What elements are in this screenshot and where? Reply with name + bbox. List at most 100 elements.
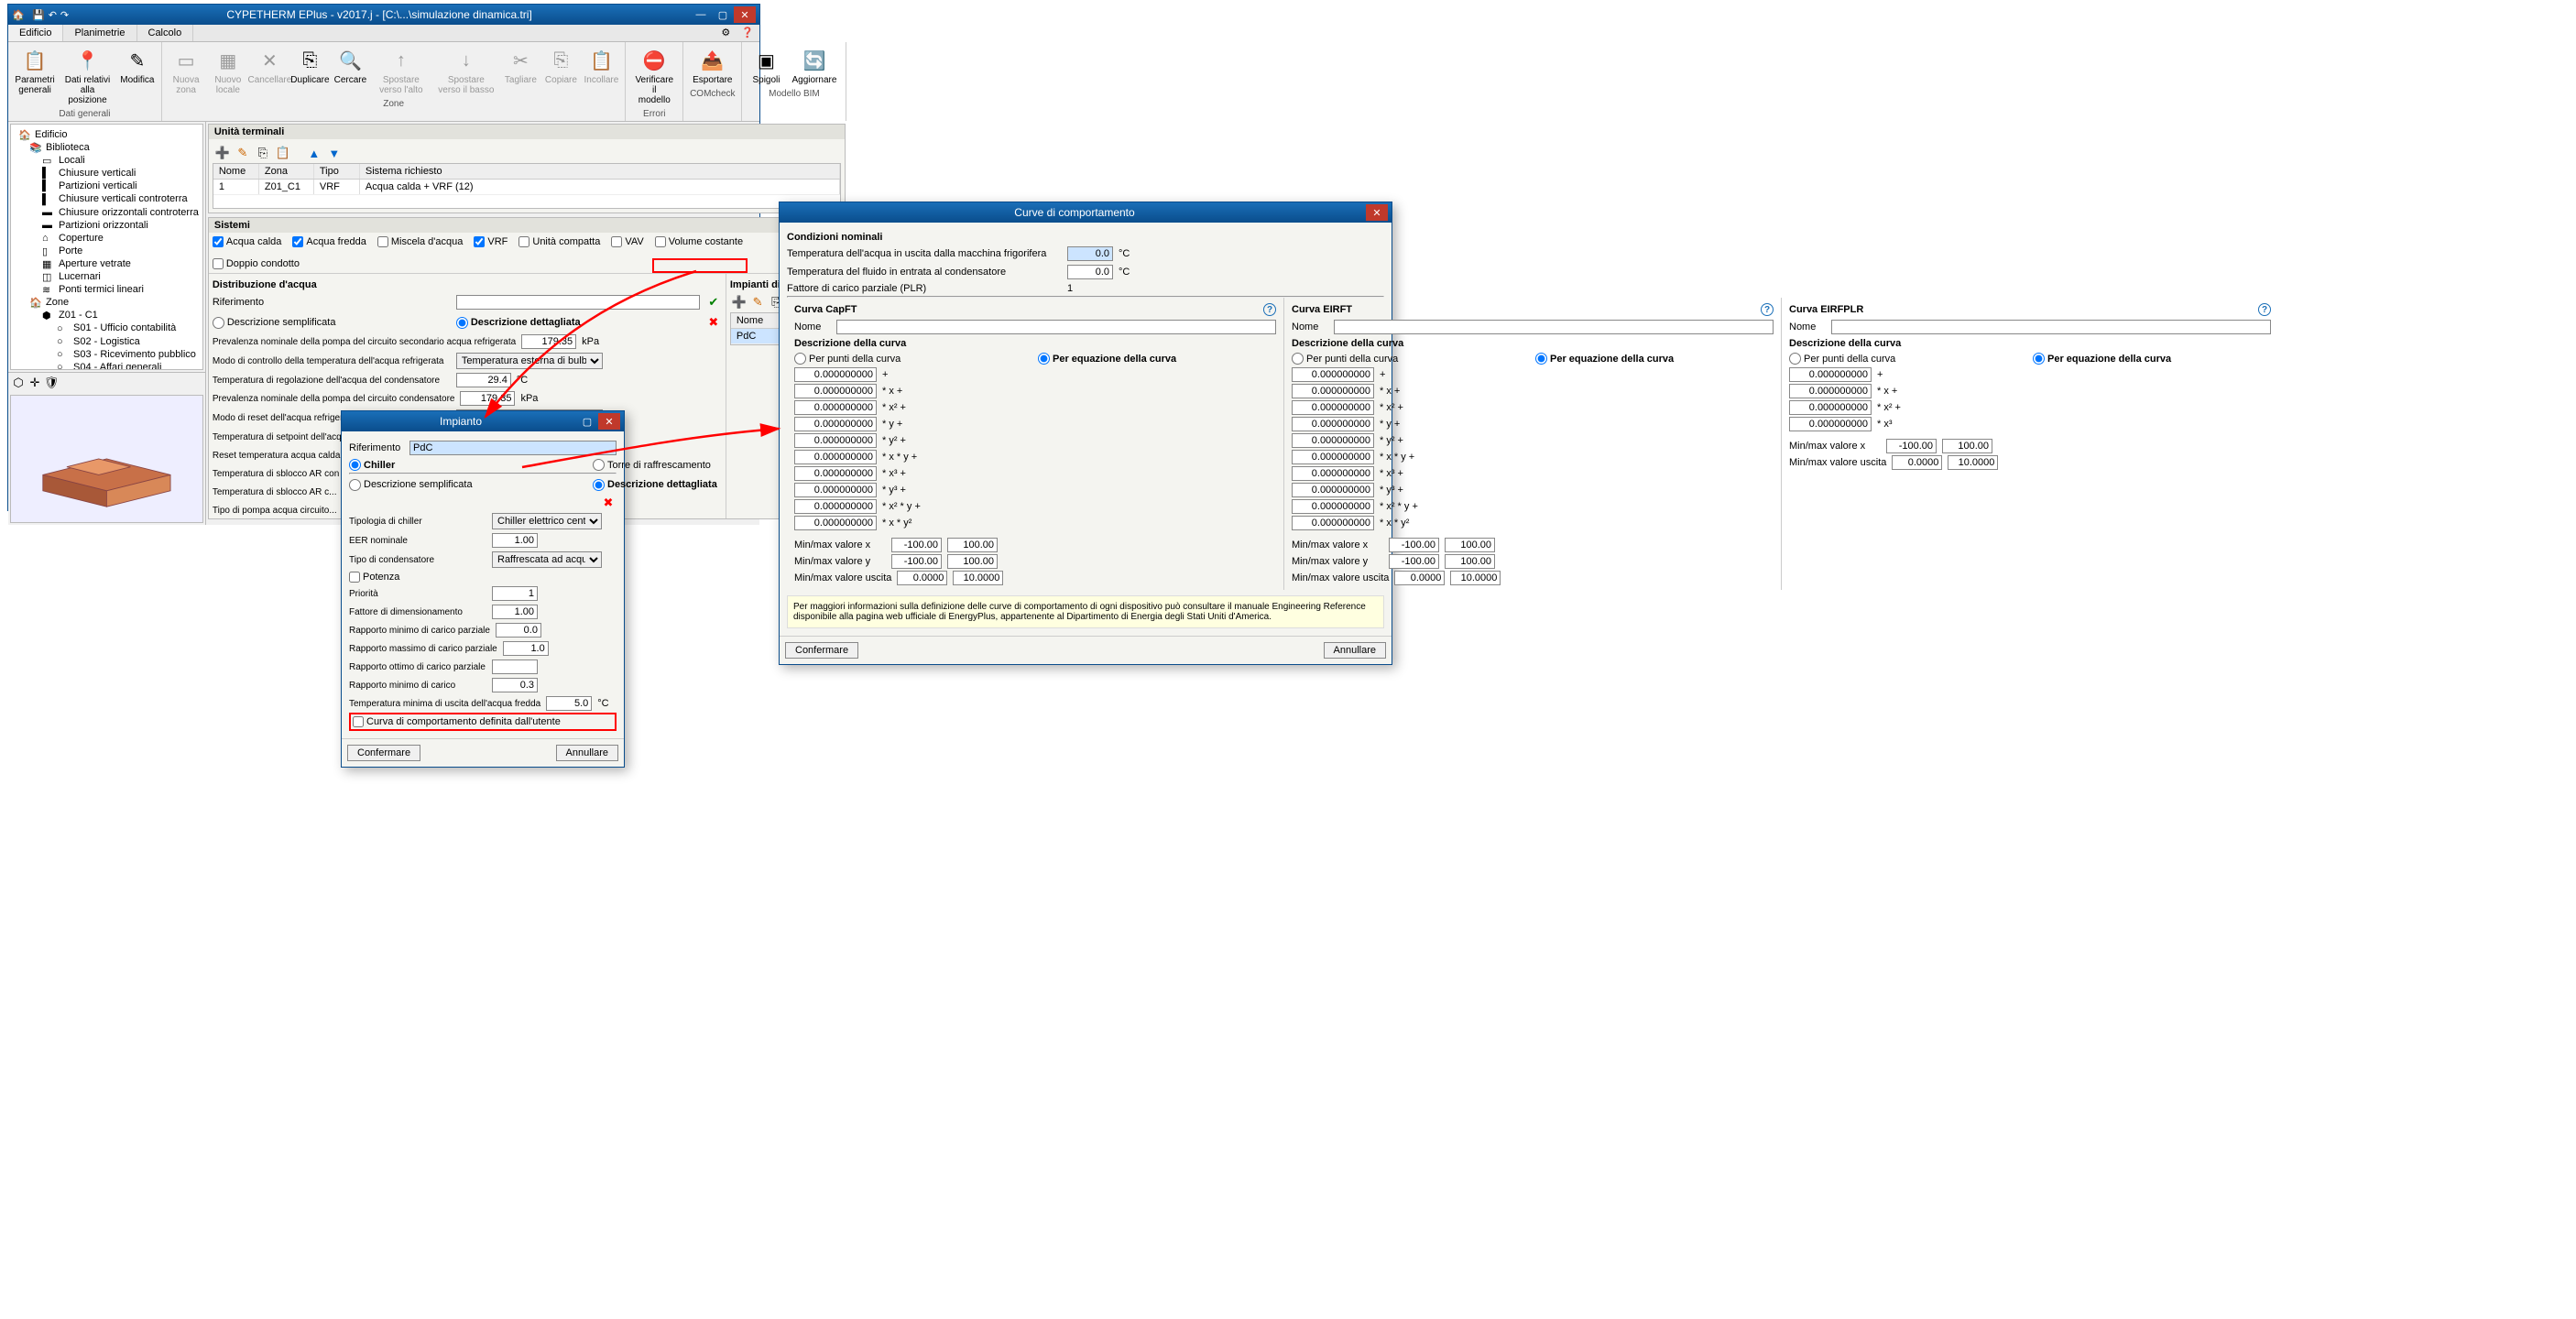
syscheck-volume-costante[interactable]: Volume costante <box>655 236 743 247</box>
tree-chiusure-verticali-controterra[interactable]: ▌Chiusure verticali controterra <box>15 192 199 205</box>
syscheck-acqua-fredda[interactable]: Acqua fredda <box>292 236 366 247</box>
ribbon-modifica[interactable]: ✎Modifica <box>119 46 156 107</box>
ribbon-cercare[interactable]: 🔍Cercare <box>332 46 368 97</box>
tree-s04-affari-generali[interactable]: ○S04 - Affari generali <box>15 361 199 370</box>
help-icon[interactable]: ? <box>1761 303 1774 316</box>
desc-dett-radio[interactable] <box>456 317 468 329</box>
curve-title: Curve di comportamento <box>783 206 1366 219</box>
main-titlebar: 🏠 💾 ↶ ↷ CYPETHERM EPlus - v2017.j - [C:\… <box>8 5 759 25</box>
imp-row: Rapporto minimo di carico parziale <box>349 621 617 639</box>
syscheck-unit-compatta[interactable]: Unità compatta <box>518 236 600 247</box>
preview-3d[interactable] <box>10 395 203 523</box>
add-icon[interactable]: ➕ <box>214 145 231 161</box>
imp-row: Rapporto ottimo di carico parziale <box>349 658 617 676</box>
syscheck-vav[interactable]: VAV <box>611 236 643 247</box>
tree-chiusure-verticali[interactable]: ▌Chiusure verticali <box>15 167 199 180</box>
impianto-confirm-button[interactable]: Confermare <box>347 745 420 761</box>
impianto-cancel-button[interactable]: Annullare <box>556 745 618 761</box>
type-chiller-radio[interactable] <box>349 459 361 471</box>
tab-edificio[interactable]: Edificio <box>8 25 63 41</box>
syscheck-doppio-condotto[interactable]: Doppio condotto <box>213 258 300 269</box>
tree-chiusure-orizzontali-controterra[interactable]: ▬Chiusure orizzontali controterra <box>15 206 199 219</box>
axes-icon[interactable]: ✛ <box>27 375 43 391</box>
copy-icon[interactable]: ⎘ <box>255 145 271 161</box>
ribbon: 📋Parametri generali📍Dati relativi alla p… <box>8 42 759 122</box>
curve-close-icon[interactable]: ✕ <box>1366 204 1388 221</box>
tree-locali[interactable]: ▭Locali <box>15 154 199 167</box>
paste-icon[interactable]: 📋 <box>275 145 291 161</box>
ribbon-dati-relativi-alla-posizione[interactable]: 📍Dati relativi alla posizione <box>60 46 115 107</box>
close-icon[interactable]: ✕ <box>734 6 756 23</box>
prod-edit-icon[interactable]: ✎ <box>750 294 765 311</box>
tab-calcolo[interactable]: Calcolo <box>137 25 194 41</box>
dlg-close-icon[interactable]: ✕ <box>598 413 620 430</box>
up-icon[interactable]: ▲ <box>306 145 322 161</box>
tree-coperture[interactable]: ⌂Coperture <box>15 232 199 245</box>
ribbon-spigoli[interactable]: ▣Spigoli <box>748 46 784 87</box>
minimize-icon[interactable]: — <box>690 6 712 23</box>
tree-partizioni-orizzontali[interactable]: ▬Partizioni orizzontali <box>15 219 199 232</box>
edit-icon[interactable]: ✎ <box>235 145 251 161</box>
desc-semp-radio[interactable] <box>213 317 224 329</box>
apply-icon[interactable]: ✔ <box>705 294 722 311</box>
curve-col-1: Curva EIRFT?NomeDescrizione della curvaP… <box>1284 298 1782 590</box>
dist-row: Prevalenza nominale della pompa del circ… <box>213 332 722 351</box>
tree-view[interactable]: 🏠Edificio📚Biblioteca▭Locali▌Chiusure ver… <box>10 124 203 370</box>
curve-user-check[interactable] <box>353 716 364 727</box>
ribbon-duplicare[interactable]: ⎘Duplicare <box>291 46 328 97</box>
tree-ponti-termici-lineari[interactable]: ≋Ponti termici lineari <box>15 283 199 296</box>
help-icon[interactable]: ❓ <box>736 25 759 41</box>
ribbon-nuova-zona: ▭Nuova zona <box>168 46 204 97</box>
unita-row[interactable]: 1 Z01_C1 VRF Acqua calda + VRF (12) <box>213 180 840 195</box>
view3d-icon[interactable]: ⬡ <box>10 375 27 391</box>
tree-lucernari[interactable]: ◫Lucernari <box>15 270 199 283</box>
tree-z01-c1[interactable]: ⬢Z01 - C1 <box>15 309 199 322</box>
imp-row: Rapporto massimo di carico parziale <box>349 639 617 658</box>
tree-zone[interactable]: 🏠Zone <box>15 296 199 309</box>
ribbon-aggiornare[interactable]: 🔄Aggiornare <box>788 46 840 87</box>
type-torre-radio[interactable] <box>593 459 605 471</box>
dist-rif-input[interactable] <box>456 295 700 310</box>
ribbon-copiare: ⎘Copiare <box>542 46 579 97</box>
tab-planimetrie[interactable]: Planimetrie <box>63 25 136 41</box>
prod-add-icon[interactable]: ➕ <box>732 294 747 311</box>
settings-icon[interactable]: ⚙ <box>715 25 736 41</box>
tree-aperture-vetrate[interactable]: ▦Aperture vetrate <box>15 257 199 270</box>
dlg-max-icon[interactable]: ▢ <box>576 413 598 430</box>
ribbon-esportare[interactable]: 📤Esportare <box>689 46 736 87</box>
left-pane: 🏠Edificio📚Biblioteca▭Locali▌Chiusure ver… <box>8 122 206 525</box>
tree-edificio[interactable]: 🏠Edificio <box>15 128 199 141</box>
ribbon-parametri-generali[interactable]: 📋Parametri generali <box>14 46 56 107</box>
imp-dett-radio[interactable] <box>593 479 605 491</box>
impianto-rif-input[interactable] <box>409 441 617 455</box>
syscheck-vrf[interactable]: VRF <box>474 236 508 247</box>
impianto-dialog: Impianto ▢ ✕ Riferimento Chiller Torre d… <box>341 410 625 768</box>
ribbon-spostare-verso-il-basso: ↓Spostare verso il basso <box>433 46 498 97</box>
tree-porte[interactable]: ▯Porte <box>15 245 199 257</box>
help-icon[interactable]: ? <box>1263 303 1276 316</box>
nom-tout-input[interactable] <box>1067 246 1113 261</box>
curve-confirm-button[interactable]: Confermare <box>785 642 858 659</box>
imp-semp-radio[interactable] <box>349 479 361 491</box>
tree-s03-ricevimento-pubblico[interactable]: ○S03 - Ricevimento pubblico <box>15 348 199 361</box>
imp-delete-icon[interactable]: ✖ <box>600 495 617 511</box>
shield-icon[interactable]: 🛡 <box>43 375 60 391</box>
curve-cancel-button[interactable]: Annullare <box>1324 642 1386 659</box>
imp-row: Potenza <box>349 570 617 584</box>
ribbon-verificare-il-modello[interactable]: ⛔Verificare il modello <box>631 46 677 107</box>
main-title: CYPETHERM EPlus - v2017.j - [C:\...\simu… <box>69 8 690 21</box>
help-icon[interactable]: ? <box>2258 303 2271 316</box>
curve-col-2: Curva EIRFPLR?NomeDescrizione della curv… <box>1782 298 2278 590</box>
tree-s02-logistica[interactable]: ○S02 - Logistica <box>15 335 199 348</box>
syscheck-acqua-calda[interactable]: Acqua calda <box>213 236 282 247</box>
syscheck-miscela-d-acqua[interactable]: Miscela d'acqua <box>377 236 464 247</box>
tree-biblioteca[interactable]: 📚Biblioteca <box>15 141 199 154</box>
imp-row: Temperatura minima di uscita dell'acqua … <box>349 694 617 713</box>
imp-row: Tipo di condensatoreRaffrescata ad acqua <box>349 550 617 570</box>
tree-partizioni-verticali[interactable]: ▌Partizioni verticali <box>15 180 199 192</box>
nom-tin-input[interactable] <box>1067 265 1113 279</box>
down-icon[interactable]: ▼ <box>326 145 343 161</box>
delete-icon[interactable]: ✖ <box>705 314 722 331</box>
maximize-icon[interactable]: ▢ <box>712 6 734 23</box>
tree-s01-ufficio-contabilit-[interactable]: ○S01 - Ufficio contabilità <box>15 322 199 334</box>
